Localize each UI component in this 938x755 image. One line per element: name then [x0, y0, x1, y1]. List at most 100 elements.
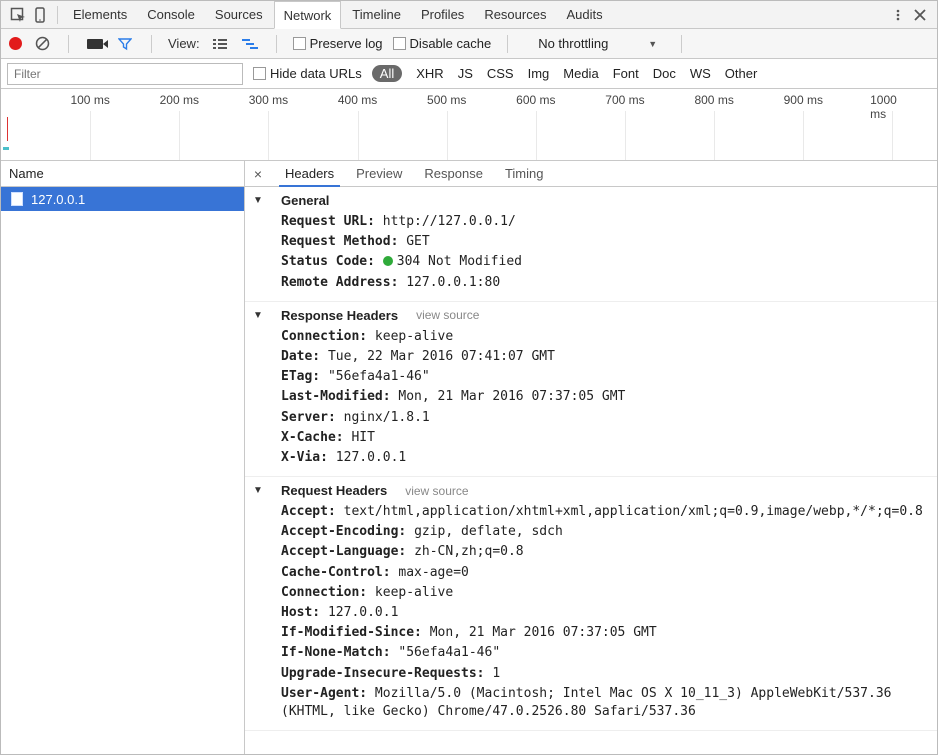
tab-timeline[interactable]: Timeline — [343, 1, 410, 29]
tab-elements[interactable]: Elements — [64, 1, 136, 29]
filter-toggle-icon[interactable] — [115, 34, 135, 54]
section-toggle-icon[interactable]: ▼ — [253, 195, 263, 206]
header-key: If-None-Match: — [281, 645, 398, 660]
timeline-gridline — [268, 111, 269, 160]
header-row: Remote Address: 127.0.0.1:80 — [281, 273, 929, 293]
timeline-tick: 500 ms — [427, 93, 466, 107]
request-row[interactable]: 127.0.0.1 — [1, 187, 244, 211]
section-title: Response Headers — [281, 308, 398, 323]
header-value: GET — [406, 234, 429, 249]
preserve-log-checkbox[interactable]: Preserve log — [293, 36, 383, 51]
header-key: Connection: — [281, 585, 375, 600]
header-row: Accept: text/html,application/xhtml+xml,… — [281, 502, 929, 522]
timeline-tick: 800 ms — [694, 93, 733, 107]
type-filter-all[interactable]: All — [372, 65, 402, 82]
header-row: Host: 127.0.0.1 — [281, 603, 929, 623]
disable-cache-checkbox[interactable]: Disable cache — [393, 36, 492, 51]
device-mode-icon[interactable] — [29, 4, 51, 26]
header-row: Date: Tue, 22 Mar 2016 07:41:07 GMT — [281, 347, 929, 367]
type-filter-css[interactable]: CSS — [487, 66, 514, 81]
tab-network[interactable]: Network — [274, 1, 342, 29]
tab-profiles[interactable]: Profiles — [412, 1, 473, 29]
section-title: General — [281, 193, 329, 208]
hide-data-urls-label: Hide data URLs — [270, 66, 362, 81]
status-dot-icon — [383, 256, 393, 266]
view-list-icon[interactable] — [210, 34, 230, 54]
header-value: text/html,application/xhtml+xml,applicat… — [344, 504, 923, 519]
view-label: View: — [168, 36, 200, 51]
type-filter-media[interactable]: Media — [563, 66, 598, 81]
name-column-header[interactable]: Name — [1, 161, 244, 187]
type-filter-font[interactable]: Font — [613, 66, 639, 81]
header-value: http://127.0.0.1/ — [383, 214, 516, 229]
header-row: Accept-Encoding: gzip, deflate, sdch — [281, 522, 929, 542]
hide-data-urls-checkbox[interactable]: Hide data URLs — [253, 66, 362, 81]
header-value: 127.0.0.1:80 — [406, 275, 500, 290]
header-row: Request URL: http://127.0.0.1/ — [281, 212, 929, 232]
section-toggle-icon[interactable]: ▼ — [253, 485, 263, 496]
timeline-tick: 600 ms — [516, 93, 555, 107]
detail-tab-timing[interactable]: Timing — [499, 161, 550, 187]
header-row: Request Method: GET — [281, 232, 929, 252]
timeline-gridline — [358, 111, 359, 160]
header-row: Connection: keep-alive — [281, 583, 929, 603]
detail-tab-preview[interactable]: Preview — [350, 161, 408, 187]
inspect-icon[interactable] — [7, 4, 29, 26]
header-key: Upgrade-Insecure-Requests: — [281, 666, 492, 681]
header-row: Accept-Language: zh-CN,zh;q=0.8 — [281, 542, 929, 562]
timeline-tick: 300 ms — [249, 93, 288, 107]
header-key: X-Cache: — [281, 430, 351, 445]
throttling-select[interactable]: No throttling ▼ — [530, 36, 665, 51]
timeline-tick: 400 ms — [338, 93, 377, 107]
type-filter-js[interactable]: JS — [458, 66, 473, 81]
header-key: If-Modified-Since: — [281, 625, 430, 640]
header-key: Request URL: — [281, 214, 383, 229]
header-value: Tue, 22 Mar 2016 07:41:07 GMT — [328, 349, 555, 364]
close-detail-icon[interactable]: × — [249, 166, 267, 182]
timeline-gridline — [447, 111, 448, 160]
header-value: Mon, 21 Mar 2016 07:37:05 GMT — [398, 389, 625, 404]
tab-resources[interactable]: Resources — [475, 1, 555, 29]
header-key: Request Method: — [281, 234, 406, 249]
header-key: Accept-Language: — [281, 544, 414, 559]
capture-screenshots-icon[interactable] — [85, 34, 105, 54]
record-button[interactable] — [9, 37, 22, 50]
header-key: Cache-Control: — [281, 565, 398, 580]
header-value: HIT — [351, 430, 374, 445]
type-filter-xhr[interactable]: XHR — [416, 66, 443, 81]
timeline-tick: 900 ms — [784, 93, 823, 107]
more-icon[interactable] — [887, 4, 909, 26]
detail-tab-response[interactable]: Response — [418, 161, 489, 187]
timeline-tick: 700 ms — [605, 93, 644, 107]
header-value: zh-CN,zh;q=0.8 — [414, 544, 524, 559]
timeline-gridline — [536, 111, 537, 160]
preserve-log-label: Preserve log — [310, 36, 383, 51]
header-row: Cache-Control: max-age=0 — [281, 563, 929, 583]
type-filter-ws[interactable]: WS — [690, 66, 711, 81]
header-value: Mon, 21 Mar 2016 07:37:05 GMT — [430, 625, 657, 640]
header-row: Server: nginx/1.8.1 — [281, 408, 929, 428]
view-source-link[interactable]: view source — [416, 308, 479, 322]
header-key: ETag: — [281, 369, 328, 384]
filter-input[interactable] — [7, 63, 243, 85]
type-filter-img[interactable]: Img — [528, 66, 550, 81]
throttling-value: No throttling — [538, 36, 608, 51]
header-key: User-Agent: — [281, 686, 375, 701]
header-key: Status Code: — [281, 254, 383, 269]
type-filter-other[interactable]: Other — [725, 66, 758, 81]
clear-icon[interactable] — [32, 34, 52, 54]
close-devtools-icon[interactable] — [909, 4, 931, 26]
header-key: Server: — [281, 410, 344, 425]
view-source-link[interactable]: view source — [405, 484, 468, 498]
header-value: gzip, deflate, sdch — [414, 524, 563, 539]
detail-tab-headers[interactable]: Headers — [279, 161, 340, 187]
type-filter-doc[interactable]: Doc — [653, 66, 676, 81]
timeline-request-mark — [3, 147, 9, 150]
tab-console[interactable]: Console — [138, 1, 204, 29]
tab-audits[interactable]: Audits — [557, 1, 611, 29]
view-waterfall-icon[interactable] — [240, 34, 260, 54]
timeline-tick: 100 ms — [70, 93, 109, 107]
section-toggle-icon[interactable]: ▼ — [253, 310, 263, 321]
section-title: Request Headers — [281, 483, 387, 498]
tab-sources[interactable]: Sources — [206, 1, 272, 29]
